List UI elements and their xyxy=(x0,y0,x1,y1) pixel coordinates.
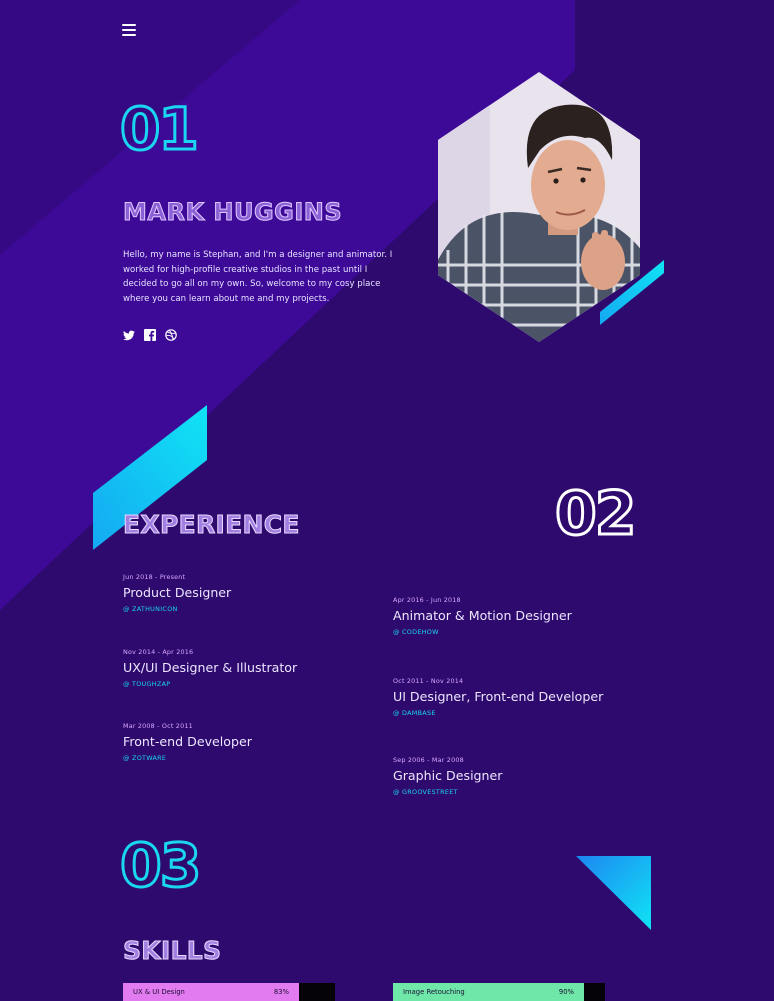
job-item: Nov 2014 - Apr 2016 UX/UI Designer & Ill… xyxy=(123,648,297,688)
job-role: Graphic Designer xyxy=(393,768,503,783)
job-item: Mar 2008 - Oct 2011 Front-end Developer … xyxy=(123,722,252,762)
job-item: Jun 2018 - Present Product Designer @ ZA… xyxy=(123,573,231,613)
section-number-skills: 03 xyxy=(119,831,203,901)
profile-name: MARK HUGGINS xyxy=(122,198,343,227)
job-role: Animator & Motion Designer xyxy=(393,608,572,623)
skill-bar-fill: Image Retouching 90% xyxy=(393,983,584,1001)
job-date: Sep 2006 - Mar 2008 xyxy=(393,756,464,764)
skill-label: UX & UI Design xyxy=(133,988,185,996)
job-role: Product Designer xyxy=(123,585,232,600)
section-number-intro: 01 xyxy=(119,95,201,163)
menu-button[interactable] xyxy=(122,24,136,36)
job-role: UI Designer, Front-end Developer xyxy=(393,689,604,704)
job-date: Jun 2018 - Present xyxy=(123,573,186,581)
skill-bar-track xyxy=(584,983,605,1001)
skill-bar-fill: UX & UI Design 83% xyxy=(123,983,299,1001)
job-date: Oct 2011 - Nov 2014 xyxy=(393,677,464,685)
skill-bar: UX & UI Design 83% xyxy=(123,983,335,1001)
facebook-icon[interactable] xyxy=(144,329,156,341)
job-company[interactable]: @ TOUGHZAP xyxy=(123,680,297,688)
skill-value: 83% xyxy=(273,988,289,996)
job-date: Apr 2016 - Jun 2018 xyxy=(393,596,461,604)
hamburger-icon xyxy=(122,24,136,36)
job-role: Front-end Developer xyxy=(123,734,252,749)
dribbble-icon[interactable] xyxy=(165,329,177,341)
job-item: Sep 2006 - Mar 2008 Graphic Designer @ G… xyxy=(393,756,502,796)
skill-label: Image Retouching xyxy=(403,988,465,996)
job-item: Apr 2016 - Jun 2018 Animator & Motion De… xyxy=(393,596,572,636)
accent-triangle xyxy=(576,856,651,930)
social-links xyxy=(123,329,177,341)
job-date: Nov 2014 - Apr 2016 xyxy=(123,648,194,656)
job-date: Mar 2008 - Oct 2011 xyxy=(123,722,193,730)
job-company[interactable]: @ CODEHOW xyxy=(393,628,572,636)
job-company[interactable]: @ ZOTWARE xyxy=(123,754,252,762)
job-item: Oct 2011 - Nov 2014 UI Designer, Front-e… xyxy=(393,677,603,717)
background-shapes xyxy=(0,0,664,930)
job-company[interactable]: @ GROOVESTREET xyxy=(393,788,502,796)
experience-title: EXPERIENCE xyxy=(123,510,300,540)
profile-bio: Hello, my name is Stephan, and I'm a des… xyxy=(123,250,393,305)
skill-value: 90% xyxy=(558,988,574,996)
section-number-experience: 02 xyxy=(554,479,638,549)
job-company[interactable]: @ DAMBASE xyxy=(393,709,603,717)
skill-bar: Image Retouching 90% xyxy=(393,983,605,1001)
skills-title: SKILLS xyxy=(122,936,222,966)
twitter-icon[interactable] xyxy=(123,329,135,341)
job-role: UX/UI Designer & Illustrator xyxy=(123,660,298,675)
job-company[interactable]: @ ZATHUNICON xyxy=(123,605,231,613)
skill-bar-track xyxy=(299,983,335,1001)
